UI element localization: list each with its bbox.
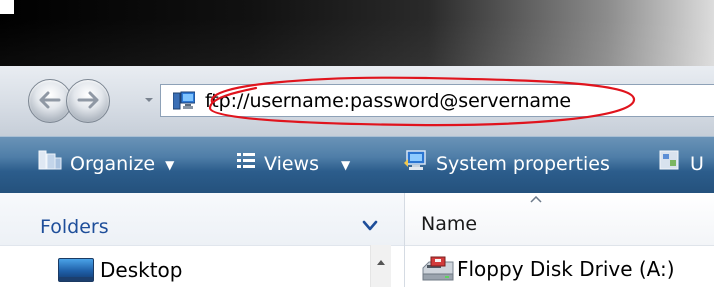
address-bar[interactable]: ftp://username:password@servername: [160, 84, 714, 117]
folders-header[interactable]: Folders: [0, 193, 404, 246]
views-label: Views: [264, 153, 319, 175]
column-header-name[interactable]: Name: [405, 193, 714, 246]
desktop-icon: [58, 258, 94, 282]
address-text[interactable]: ftp://username:password@servername: [205, 90, 571, 112]
list-item[interactable]: Floppy Disk Drive (A:): [405, 248, 714, 287]
caret-down-icon: ▼: [341, 157, 351, 172]
command-toolbar: Organize ▼ Views ▼ System properties U: [0, 136, 714, 194]
folders-title: Folders: [40, 216, 109, 238]
cutoff-label: U: [690, 153, 704, 175]
organize-menu-button[interactable]: Organize ▼: [38, 149, 174, 179]
folders-scrollbar[interactable]: [370, 245, 391, 287]
arrow-left-icon: [38, 91, 62, 109]
uninstall-button-partial[interactable]: U: [658, 149, 704, 179]
chevron-down-icon[interactable]: [362, 213, 378, 237]
organize-label: Organize: [70, 153, 156, 175]
floppy-drive-icon: [421, 256, 455, 282]
arrow-right-icon: [76, 91, 100, 109]
views-menu-button[interactable]: Views ▼: [236, 149, 350, 179]
views-icon: [236, 150, 256, 180]
control-panel-icon: [658, 149, 682, 180]
window-titlebar: [0, 0, 714, 75]
system-properties-button[interactable]: System properties: [402, 149, 610, 179]
window-corner: [0, 0, 14, 14]
sort-ascending-icon: [530, 195, 542, 206]
folder-tree-item-desktop[interactable]: Desktop: [0, 248, 404, 287]
scroll-up-arrow-icon[interactable]: [376, 256, 386, 269]
folders-pane: Folders Desktop: [0, 193, 405, 287]
column-header-label: Name: [421, 213, 478, 235]
folder-tree-item-label: Desktop: [100, 258, 183, 282]
forward-button[interactable]: [66, 79, 110, 123]
list-item-label: Floppy Disk Drive (A:): [457, 257, 675, 281]
system-properties-label: System properties: [436, 153, 610, 175]
organize-icon: [38, 149, 62, 180]
recent-pages-dropdown[interactable]: [144, 95, 154, 105]
computer-icon: [172, 91, 196, 111]
files-pane: Name Floppy Disk Drive (A:): [405, 193, 714, 287]
system-properties-icon: [402, 149, 428, 180]
caret-down-icon: ▼: [165, 157, 175, 172]
